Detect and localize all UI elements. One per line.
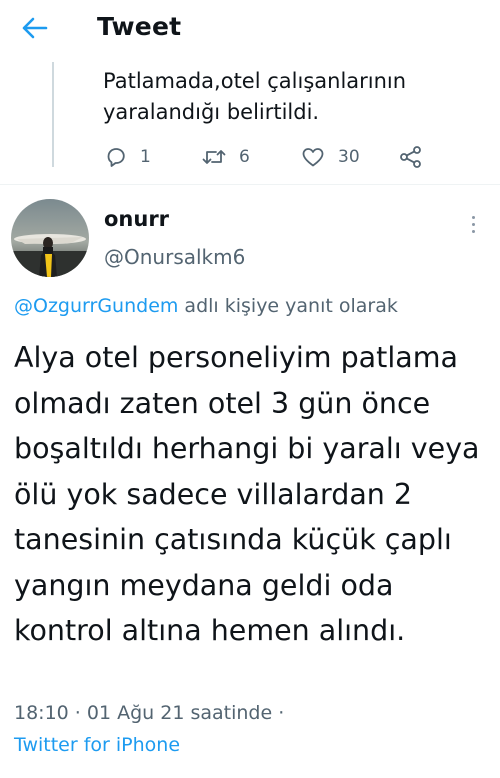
retweet-button[interactable]: 6 (201, 140, 250, 174)
tweet-text: Alya otel personeliyim patlama olmadı za… (14, 341, 480, 647)
more-options-button[interactable] (462, 210, 484, 238)
top-bar: Tweet (0, 0, 500, 58)
page-title: Tweet (97, 12, 182, 41)
more-dot-icon (471, 215, 475, 219)
user-handle[interactable]: @Onursalkm6 (104, 245, 245, 269)
arrow-left-icon (22, 17, 48, 39)
section-divider (0, 184, 500, 185)
share-icon (400, 146, 421, 168)
tweet-source-link[interactable]: Twitter for iPhone (14, 734, 180, 756)
reply-to-mention[interactable]: @OzgurrGundem (14, 295, 178, 317)
retweet-icon (202, 150, 226, 164)
display-name[interactable]: onurr (104, 207, 169, 231)
more-dot-icon (471, 222, 475, 226)
tweet-timestamp[interactable]: 18:10 · 01 Ağu 21 saatinde · (14, 702, 284, 724)
heart-icon (302, 148, 324, 167)
reply-to-label: adlı kişiye yanıt olarak (178, 295, 398, 317)
retweet-count: 6 (239, 147, 250, 167)
like-button[interactable]: 30 (300, 140, 360, 174)
parent-tweet-text: Patlamada,otel çalışanlarının yaralandığ… (103, 69, 407, 124)
reply-count: 1 (140, 147, 151, 167)
like-count: 30 (338, 147, 360, 167)
more-dot-icon (471, 229, 475, 233)
back-button[interactable] (18, 14, 50, 42)
parent-tweet-actions: 1 6 30 (0, 140, 500, 174)
reply-context: @OzgurrGundem adlı kişiye yanıt olarak (14, 295, 398, 317)
reply-icon (107, 148, 125, 167)
profile-photo (11, 199, 89, 277)
share-button[interactable] (398, 140, 424, 174)
avatar[interactable] (11, 199, 89, 277)
reply-button[interactable]: 1 (104, 140, 151, 174)
